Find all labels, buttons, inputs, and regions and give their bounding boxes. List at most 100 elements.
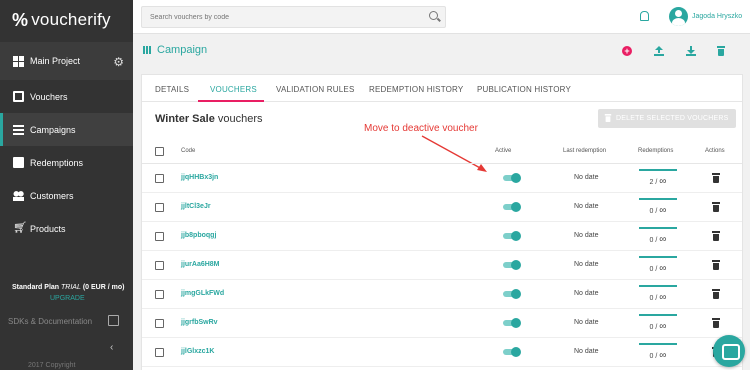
voucher-code[interactable]: jjb8pboqgj: [181, 232, 216, 239]
last-redemption: No date: [574, 232, 599, 239]
row-checkbox[interactable]: [155, 290, 164, 299]
redemption-text: 0 / ∞: [649, 350, 667, 361]
table-row: jjltCl3eJr No date 0 / ∞: [142, 193, 742, 222]
plan-name: Standard Plan: [12, 284, 60, 291]
search-input[interactable]: [141, 6, 446, 28]
sdk-docs-link[interactable]: SDKs & Documentation: [8, 317, 92, 326]
sidebar-item-customers[interactable]: Customers: [0, 179, 133, 212]
top-bar: Jagoda Hryszko: [133, 0, 750, 34]
tab-redemption-history[interactable]: REDEMPTION HISTORY: [369, 85, 463, 94]
collapse-sidebar-button[interactable]: ‹: [110, 342, 113, 353]
sidebar-item-label: Customers: [30, 190, 74, 201]
delete-voucher-icon[interactable]: [712, 231, 720, 241]
campaign-name: Winter Sale: [155, 113, 215, 125]
column-header-active: Active: [495, 148, 512, 154]
redemption-text: 2 / ∞: [649, 176, 667, 187]
upload-button[interactable]: [654, 46, 664, 56]
sidebar-item-label: Campaigns: [30, 124, 76, 135]
voucher-code[interactable]: jjmgGLkFWd: [181, 290, 224, 297]
document-icon: [13, 157, 24, 168]
redemption-text: 0 / ∞: [649, 263, 667, 274]
row-checkbox[interactable]: [155, 348, 164, 357]
delete-voucher-icon[interactable]: [712, 318, 720, 328]
sidebar-item-campaigns[interactable]: Campaigns: [0, 113, 133, 146]
active-tab-indicator: [198, 100, 264, 102]
toggle-knob: [511, 260, 521, 270]
list-icon: [13, 124, 24, 135]
last-redemption: No date: [574, 319, 599, 326]
tab-validation-rules[interactable]: VALIDATION RULES: [276, 85, 354, 94]
active-toggle[interactable]: [503, 231, 521, 241]
plan-type: TRIAL: [61, 284, 81, 291]
sidebar-item-products[interactable]: 🛒︎ Products: [0, 212, 133, 245]
voucher-code[interactable]: jjurAa6H8M: [181, 261, 220, 268]
tab-vouchers[interactable]: VOUCHERS: [210, 85, 257, 94]
sidebar-item-vouchers[interactable]: Vouchers: [0, 80, 133, 113]
add-button[interactable]: +: [622, 46, 632, 56]
active-toggle[interactable]: [503, 173, 521, 183]
tab-publication-history[interactable]: PUBLICATION HISTORY: [477, 85, 571, 94]
voucher-code[interactable]: jjlGlxzc1K: [181, 348, 214, 355]
plan-info: Standard Plan TRIAL (0 EUR / mo): [12, 284, 124, 291]
user-name[interactable]: Jagoda Hryszko: [692, 13, 742, 20]
select-all-checkbox[interactable]: [155, 147, 164, 156]
logo-text: voucherify: [31, 10, 111, 29]
active-toggle[interactable]: [503, 289, 521, 299]
redeemed-count: 0: [649, 295, 654, 302]
logo[interactable]: % voucherify: [0, 0, 133, 40]
row-checkbox[interactable]: [155, 232, 164, 241]
copyright: 2017 Copyright: [28, 362, 76, 369]
redemption-bar: [639, 256, 677, 258]
delete-voucher-icon[interactable]: [712, 202, 720, 212]
delete-voucher-icon[interactable]: [712, 289, 720, 299]
row-checkbox[interactable]: [155, 261, 164, 270]
redeemed-count: 0: [649, 324, 654, 331]
voucher-code[interactable]: jjgrfbSwRv: [181, 319, 218, 326]
active-toggle[interactable]: [503, 318, 521, 328]
column-header-code[interactable]: Code: [181, 148, 195, 154]
vouchers-card: DETAILS VOUCHERS VALIDATION RULES REDEMP…: [141, 74, 743, 370]
bell-icon[interactable]: [640, 11, 649, 21]
section-title: Winter Sale vouchers: [155, 113, 263, 125]
table-row: jjgrfbSwRv No date 0 / ∞: [142, 309, 742, 338]
last-redemption: No date: [574, 290, 599, 297]
redemption-count: 0 / ∞: [639, 227, 677, 245]
redemption-limit: ∞: [659, 321, 667, 332]
redemption-count: 0 / ∞: [639, 198, 677, 216]
sidebar-item-redemptions[interactable]: Redemptions: [0, 146, 133, 179]
voucher-code[interactable]: jjltCl3eJr: [181, 203, 211, 210]
upgrade-link[interactable]: UPGRADE: [50, 295, 85, 302]
toggle-knob: [511, 347, 521, 357]
voucher-code[interactable]: jjqHHBx3jn: [181, 174, 218, 181]
redeemed-count: 0: [649, 353, 654, 360]
redemption-limit: ∞: [659, 176, 667, 187]
row-checkbox[interactable]: [155, 203, 164, 212]
table-row: jjqHHBx3jn No date 2 / ∞: [142, 164, 742, 193]
last-redemption: No date: [574, 203, 599, 210]
delete-selected-vouchers-button[interactable]: DELETE SELECTED VOUCHERS: [598, 109, 736, 128]
search-icon[interactable]: [429, 11, 438, 20]
toggle-knob: [511, 231, 521, 241]
active-toggle[interactable]: [503, 202, 521, 212]
grid-icon: [13, 55, 24, 67]
download-button[interactable]: [686, 46, 696, 56]
delete-voucher-icon[interactable]: [712, 173, 720, 183]
chat-button[interactable]: [713, 335, 745, 367]
active-toggle[interactable]: [503, 260, 521, 270]
active-toggle[interactable]: [503, 347, 521, 357]
gear-icon[interactable]: ⚙: [113, 55, 124, 69]
library-icon[interactable]: [108, 315, 119, 326]
delete-campaign-button[interactable]: [716, 46, 726, 56]
toggle-knob: [511, 202, 521, 212]
tab-bar: DETAILS VOUCHERS VALIDATION RULES REDEMP…: [142, 75, 742, 102]
tab-details[interactable]: DETAILS: [155, 85, 189, 94]
sidebar-item-main-project[interactable]: Main Project ⚙: [0, 42, 133, 80]
redemption-count: 0 / ∞: [639, 314, 677, 332]
table-header: Code Active Last redemption Redemptions …: [142, 140, 742, 164]
delete-voucher-icon[interactable]: [712, 260, 720, 270]
toggle-knob: [511, 318, 521, 328]
trash-icon: [717, 46, 725, 56]
avatar[interactable]: [669, 7, 688, 26]
row-checkbox[interactable]: [155, 174, 164, 183]
row-checkbox[interactable]: [155, 319, 164, 328]
